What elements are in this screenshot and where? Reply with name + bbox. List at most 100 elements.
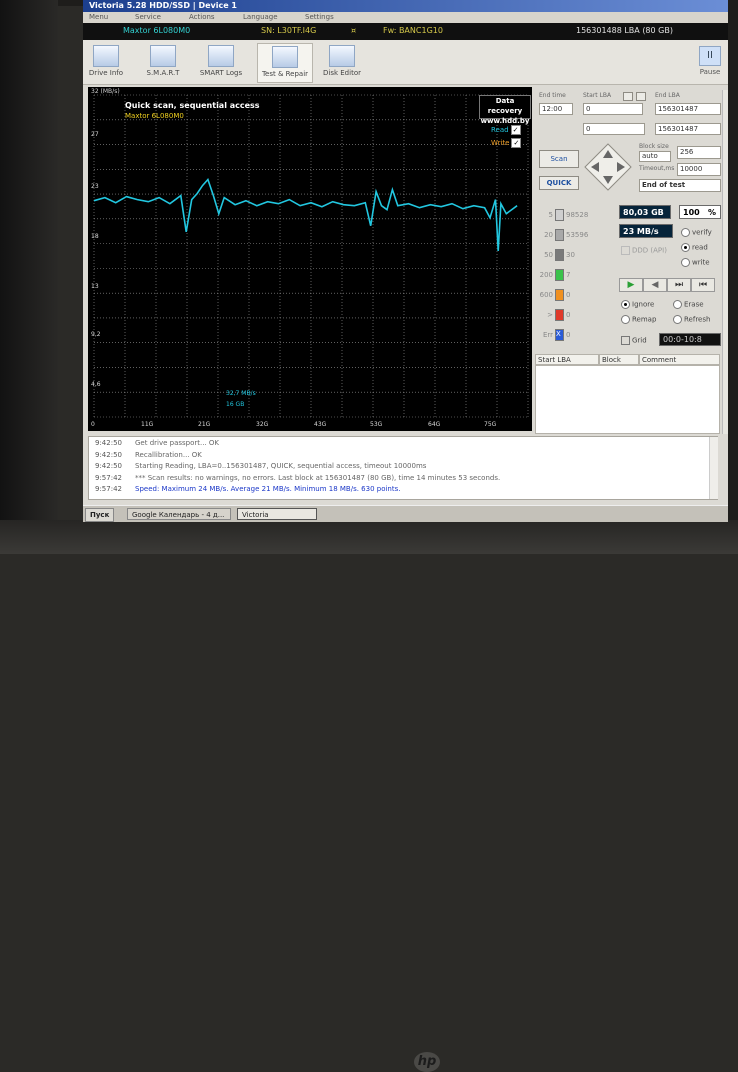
write-radio[interactable] — [681, 258, 690, 267]
smart-label: S.M.A.R.T — [146, 69, 180, 77]
block-size-select[interactable]: 256 — [677, 146, 721, 159]
refresh-option[interactable]: Refresh — [673, 315, 710, 324]
direction-pad[interactable] — [583, 142, 633, 192]
test-repair-button[interactable]: Test & Repair — [257, 43, 313, 83]
write-option[interactable]: write — [681, 258, 710, 267]
menu-item-actions[interactable]: Actions — [189, 13, 215, 21]
log-row: 9:42:50 Get drive passport... OK — [95, 439, 219, 447]
legend-read: Read ✓ — [491, 125, 521, 135]
log-message: Starting Reading, LBA=0..156301487, QUIC… — [135, 462, 427, 470]
graph-title: Quick scan, sequential access — [125, 101, 260, 110]
start-lba-label: Start LBA — [583, 92, 612, 99]
log-row: 9:57:42 Speed: Maximum 24 MB/s. Average 2… — [95, 485, 400, 493]
log-scrollbar[interactable] — [709, 437, 718, 499]
ddd-api-checkbox[interactable] — [621, 246, 630, 255]
log-time: 9:57:42 — [95, 485, 122, 493]
start-button[interactable]: Пуск — [85, 508, 115, 522]
remap-radio[interactable] — [621, 315, 630, 324]
col-start-lba[interactable]: Start LBA — [535, 354, 599, 365]
disk-editor-button[interactable]: Disk Editor — [319, 43, 365, 81]
end-lba-field-2[interactable]: 156301487 — [655, 123, 721, 135]
grid-option[interactable]: Grid — [619, 336, 647, 345]
defects-table — [535, 365, 720, 434]
y-axis-unit: 32 (MB/s) — [91, 88, 120, 95]
task-victoria[interactable]: Victoria — [237, 508, 317, 520]
grid-checkbox[interactable] — [621, 336, 630, 345]
pause-button[interactable]: II Pause — [696, 44, 724, 78]
start-lba-field[interactable]: 0 — [583, 103, 643, 115]
read-option[interactable]: read — [681, 243, 708, 252]
quick-button[interactable]: QUICK — [539, 176, 579, 190]
test-repair-icon — [272, 46, 298, 68]
end-time-label: End time — [539, 92, 566, 99]
col-block[interactable]: Block — [599, 354, 639, 365]
timeout-select[interactable]: 10000 — [677, 163, 721, 176]
menu-item-service[interactable]: Service — [135, 13, 161, 21]
start-lba-field-2[interactable]: 0 — [583, 123, 645, 135]
drive-info-button[interactable]: Drive Info — [87, 43, 125, 81]
end-action-select[interactable]: End of test — [639, 179, 721, 192]
test-repair-label: Test & Repair — [261, 70, 309, 78]
smart-logs-icon — [208, 45, 234, 67]
monitor-bezel-bottom: hp — [0, 520, 738, 1072]
menu-item-menu[interactable]: Menu — [89, 13, 108, 21]
ddd-api-label: DDD (API) — [632, 246, 667, 255]
y-tick-label: 18 — [91, 233, 99, 240]
erase-option[interactable]: Erase — [673, 300, 704, 309]
progress-percent: 100 % — [679, 205, 721, 219]
write-checkbox[interactable]: ✓ — [511, 138, 522, 148]
read-checkbox[interactable]: ✓ — [510, 125, 521, 135]
grid-timer: 00:0-10:8 — [659, 333, 721, 346]
smart-icon — [150, 45, 176, 67]
menu-item-settings[interactable]: Settings — [305, 13, 334, 21]
verify-radio[interactable] — [681, 228, 690, 237]
refresh-radio[interactable] — [673, 315, 682, 324]
erase-radio[interactable] — [673, 300, 682, 309]
block-size-label: Block size — [639, 143, 669, 150]
x-tick-label: 53G — [370, 421, 383, 428]
block-size-auto[interactable]: auto — [639, 151, 671, 162]
skip-forward-button[interactable]: ⏭ — [667, 278, 691, 292]
x-tick-label: 75G — [484, 421, 497, 428]
panel-scrollbar[interactable] — [722, 90, 728, 434]
end-time-field[interactable]: 12:00 — [539, 103, 573, 115]
read-radio[interactable] — [681, 243, 690, 252]
drive-info-label: Drive Info — [88, 69, 124, 77]
x-tick-label: 21G — [198, 421, 211, 428]
task-google-calendar[interactable]: Google Календарь - 4 д... — [127, 508, 231, 520]
col-comment[interactable]: Comment — [639, 354, 720, 365]
scan-button[interactable]: Scan — [539, 150, 579, 168]
speed-chart — [93, 94, 529, 418]
counter-swatch — [555, 309, 564, 321]
smart-logs-button[interactable]: SMART Logs — [195, 43, 247, 81]
back-button[interactable]: ◀ — [643, 278, 667, 292]
remap-option[interactable]: Remap — [621, 315, 656, 324]
start-lba-small-button-2[interactable] — [636, 92, 646, 101]
access-counter-row: 50 30 — [535, 249, 575, 261]
log-row: 9:57:42 *** Scan results: no warnings, no… — [95, 474, 500, 482]
counter-swatch — [555, 209, 564, 221]
legend-write: Write ✓ — [491, 138, 522, 148]
play-button[interactable]: ▶ — [619, 278, 643, 292]
verify-option[interactable]: verify — [681, 228, 712, 237]
drive-model: Maxtor 6L080M0 — [123, 26, 191, 35]
menu-item-language[interactable]: Language — [243, 13, 278, 21]
ignore-radio[interactable] — [621, 300, 630, 309]
ignore-option[interactable]: Ignore — [621, 300, 654, 309]
smart-button[interactable]: S.M.A.R.T — [141, 43, 185, 81]
ddd-api-option[interactable]: DDD (API) — [619, 246, 667, 255]
counter-swatch — [555, 289, 564, 301]
taskbar: Пуск Google Календарь - 4 д... Victoria — [83, 505, 728, 522]
counter-threshold: 20 — [544, 231, 553, 239]
end-lba-field[interactable]: 156301487 — [655, 103, 721, 115]
data-recovery-link[interactable]: Data recovery www.hdd.by — [479, 95, 531, 125]
counter-value: 0 — [566, 311, 571, 319]
window-title: Victoria 5.28 HDD/SSD | Device 1 — [89, 1, 237, 10]
progress-percent-value: 100 — [683, 208, 700, 217]
start-lba-small-button[interactable] — [623, 92, 633, 101]
counter-threshold: Err — [542, 331, 553, 339]
remap-label: Remap — [632, 315, 657, 324]
counter-value: 53596 — [566, 231, 589, 239]
skip-back-button[interactable]: ⏮ — [691, 278, 715, 292]
x-tick-label: 11G — [141, 421, 154, 428]
